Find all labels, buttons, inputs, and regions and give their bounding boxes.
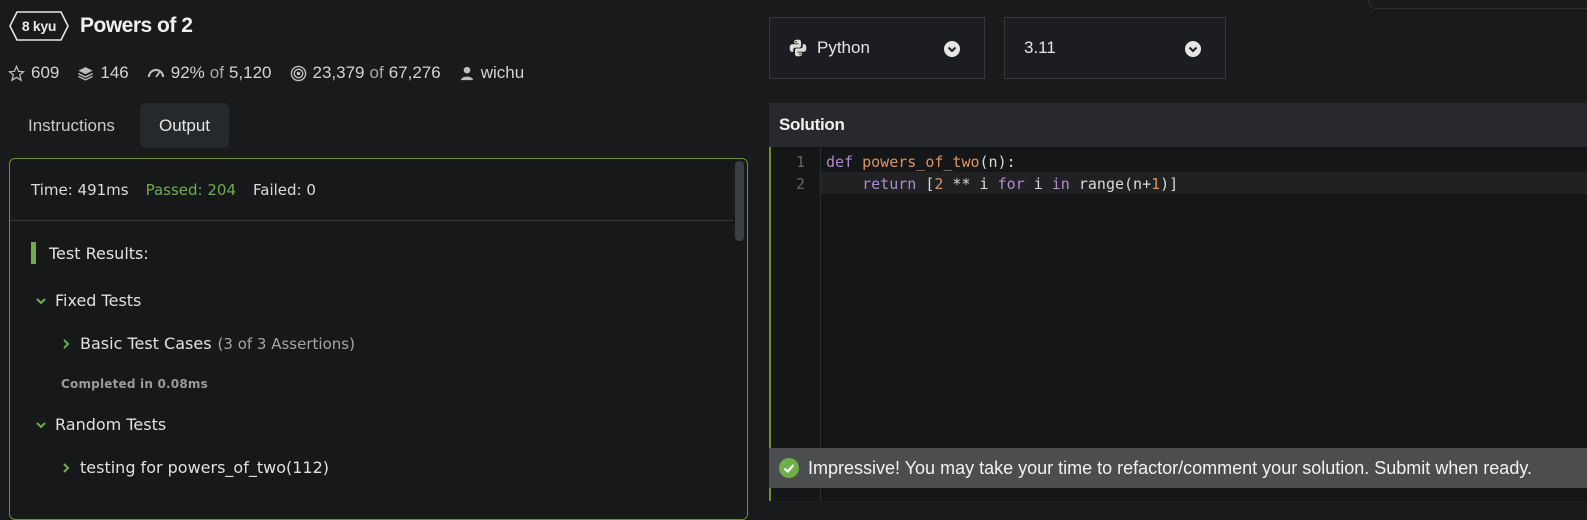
stars-count: 609 <box>31 63 60 82</box>
assertion-count: (3 of 3 Assertions) <box>217 334 355 353</box>
test-label: Basic Test Cases <box>80 334 212 353</box>
chevron-down-circle-icon <box>1185 41 1201 57</box>
test-random-case[interactable]: testing for powers_of_two(112) <box>60 458 329 477</box>
group-random-tests[interactable]: Random Tests <box>35 415 166 434</box>
code-line[interactable]: return [2 ** i for i in range(n+1)] <box>826 175 1178 193</box>
test-results-heading: Test Results: <box>31 241 149 265</box>
group-label: Random Tests <box>55 415 167 434</box>
run-time: Time: 491ms <box>31 180 129 199</box>
output-scrollbar[interactable] <box>735 161 744 241</box>
output-panel: Time: 491ms Passed: 204 Failed: 0 Test R… <box>9 158 748 520</box>
star-icon <box>8 64 25 82</box>
version-select[interactable]: 3.11 <box>1004 17 1226 79</box>
chevron-right-icon <box>63 338 70 349</box>
test-results-title: Test Results: <box>49 243 149 263</box>
rank-badge: 8 kyu <box>9 11 69 41</box>
collections-stat[interactable]: 146 <box>77 63 129 83</box>
language-select[interactable]: Python <box>769 17 985 79</box>
chevron-down-icon <box>36 297 46 304</box>
version-value: 3.11 <box>1024 38 1056 57</box>
chevron-down-circle-icon <box>944 41 960 57</box>
satisfaction-of: of <box>209 63 224 82</box>
chevron-down-icon <box>36 421 46 428</box>
failed-count: Failed: 0 <box>253 180 316 199</box>
collections-count: 146 <box>100 63 129 82</box>
group-fixed-tests[interactable]: Fixed Tests <box>35 291 141 310</box>
rank-label: 8 kyu <box>21 18 57 34</box>
completed-stat: 23,379 of 67,276 <box>290 63 441 83</box>
attempts-count: 67,276 <box>388 63 441 82</box>
test-label: testing for powers_of_two(112) <box>80 458 330 477</box>
satisfaction-votes: 5,120 <box>228 63 272 82</box>
completed-of: of <box>369 63 384 82</box>
author-stat[interactable]: wichu <box>459 63 524 83</box>
satisfaction-stat: 92% of 5,120 <box>147 63 272 83</box>
python-icon <box>789 39 807 57</box>
group-label: Fixed Tests <box>55 291 142 310</box>
author-name: wichu <box>480 63 525 82</box>
line-number: 2 <box>795 175 805 193</box>
target-icon <box>290 65 306 81</box>
test-basic-cases[interactable]: Basic Test Cases (3 of 3 Assertions) <box>60 334 355 353</box>
tab-instructions[interactable]: Instructions <box>9 103 134 148</box>
gauge-icon <box>147 68 164 78</box>
completed-count: 23,379 <box>312 63 365 82</box>
passed-count: Passed: 204 <box>145 180 236 199</box>
kata-title[interactable]: Powers of 2 <box>80 14 193 38</box>
language-value: Python <box>817 38 870 57</box>
kata-stats: 609 146 92% of 5,120 23,379 of 67,276 wi… <box>8 62 542 84</box>
check-circle-icon <box>779 458 799 478</box>
toast-message: Impressive! You may take your time to re… <box>808 457 1532 478</box>
satisfaction-percent: 92% <box>170 63 205 82</box>
results-accent-bar <box>31 242 36 264</box>
success-toast: Impressive! You may take your time to re… <box>769 448 1587 488</box>
chevron-right-icon <box>63 462 70 473</box>
completed-time: Completed in 0.08ms <box>61 377 208 391</box>
test-summary: Time: 491ms Passed: 204 Failed: 0 <box>10 159 733 221</box>
stars-stat[interactable]: 609 <box>8 63 59 83</box>
top-bar-edge <box>1368 0 1587 9</box>
tab-output[interactable]: Output <box>140 103 230 148</box>
code-line[interactable]: def powers_of_two(n): <box>826 153 1016 171</box>
user-icon <box>460 66 473 80</box>
layers-icon <box>78 66 94 81</box>
line-number: 1 <box>795 153 805 171</box>
solution-header: Solution <box>769 103 1587 147</box>
